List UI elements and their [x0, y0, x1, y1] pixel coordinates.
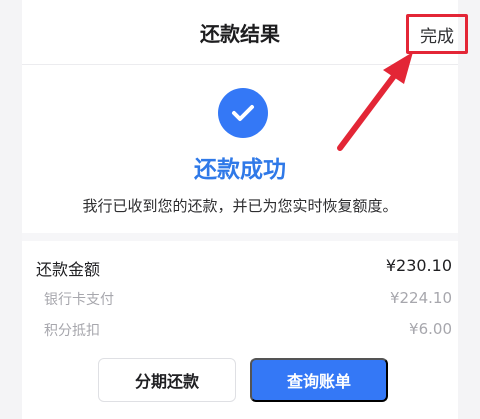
total-amount-value: ¥230.10	[385, 256, 452, 275]
view-bill-button[interactable]: 查询账单	[250, 358, 388, 402]
done-button[interactable]: 完成	[406, 14, 468, 54]
content-panel: 还款结果 完成 还款成功 我行已收到您的还款，并已为您实时恢复额度。 还款金额 …	[22, 0, 468, 419]
repayment-result-page: 还款结果 完成 还款成功 我行已收到您的还款，并已为您实时恢复额度。 还款金额 …	[0, 0, 480, 419]
installment-button[interactable]: 分期还款	[98, 358, 236, 402]
card-payment-label: 银行卡支付	[44, 292, 114, 308]
frame-edge-left	[0, 0, 22, 419]
card-payment-row: 银行卡支付 ¥224.10	[22, 289, 458, 313]
header: 还款结果 完成	[22, 0, 468, 64]
success-title: 还款成功	[194, 157, 286, 183]
points-deduction-label: 积分抵扣	[44, 323, 100, 339]
frame-edge-right	[458, 0, 480, 419]
success-description: 我行已收到您的还款，并已为您实时恢复额度。	[82, 197, 398, 215]
total-amount-row: 还款金额 ¥230.10	[22, 256, 458, 280]
total-amount-label: 还款金额	[36, 260, 101, 279]
page-title: 还款结果	[200, 22, 280, 46]
section-divider	[22, 233, 458, 241]
points-deduction-row: 积分抵扣 ¥6.00	[22, 320, 458, 344]
check-icon	[218, 88, 268, 138]
card-payment-value: ¥224.10	[389, 289, 452, 307]
header-divider	[22, 64, 458, 65]
points-deduction-value: ¥6.00	[409, 320, 452, 338]
